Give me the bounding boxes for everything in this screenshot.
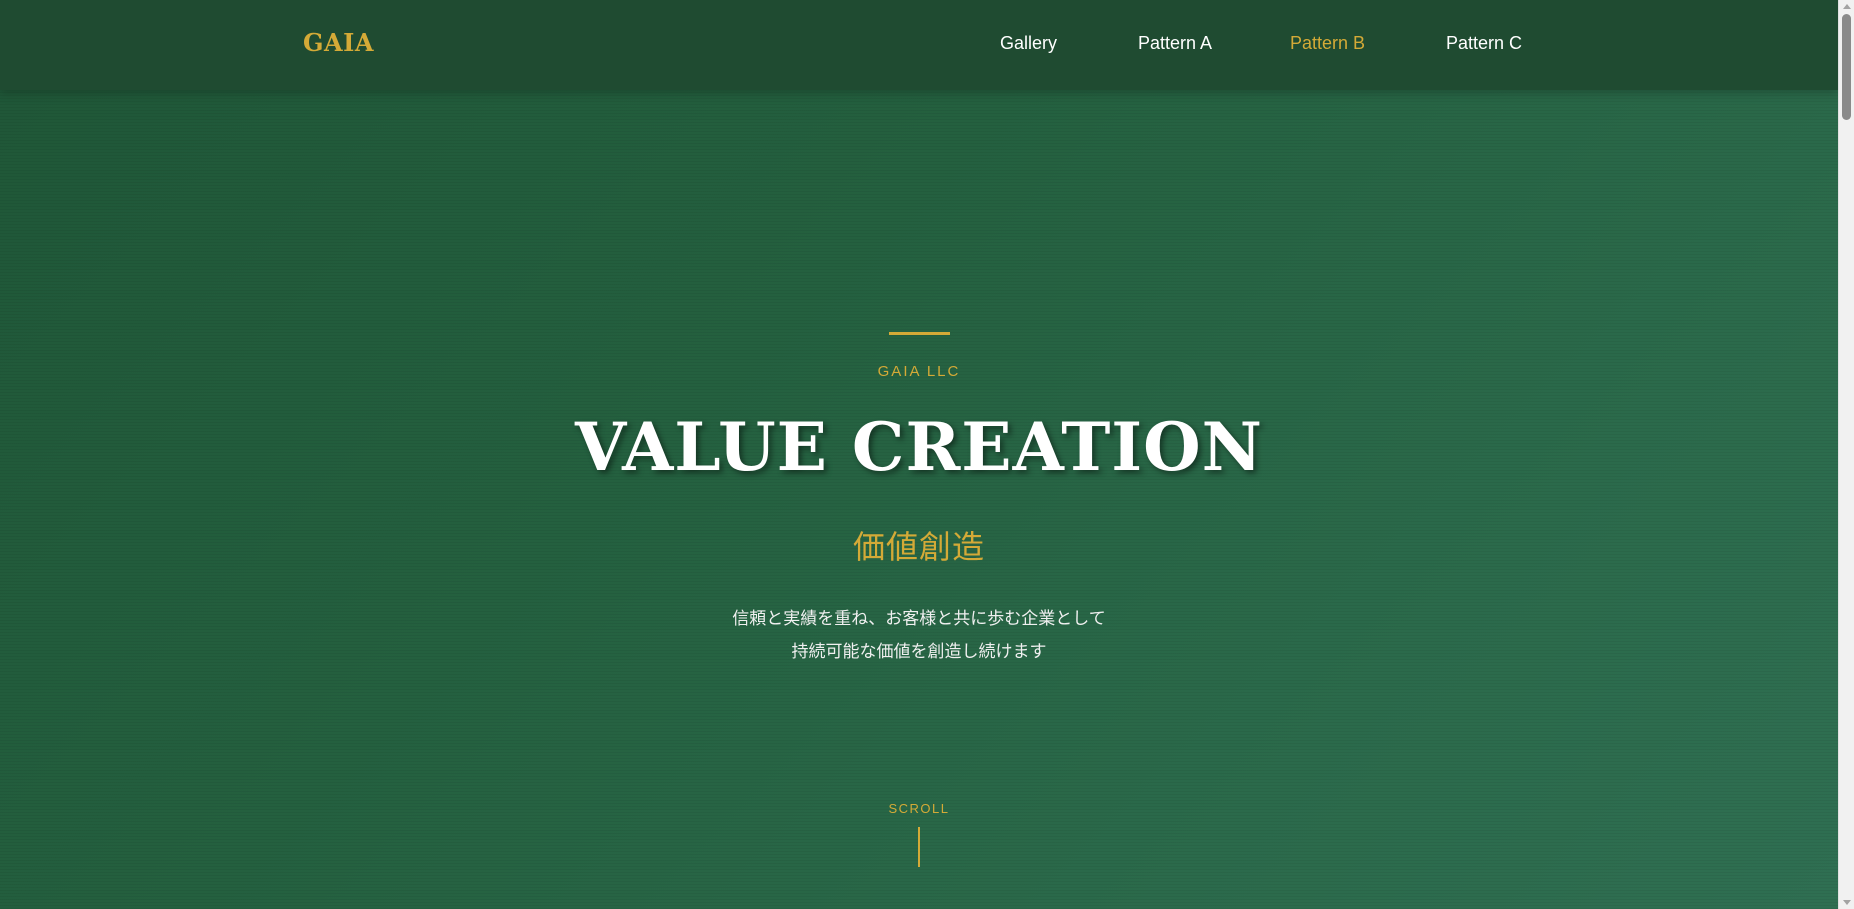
page: GAIA Gallery Pattern A Pattern B Pattern… <box>0 0 1838 909</box>
nav-link-pattern-a[interactable]: Pattern A <box>1138 33 1212 54</box>
hero-description-line-1: 信頼と実績を重ね、お客様と共に歩む企業として <box>732 609 1106 629</box>
hero-headline: VALUE CREATION <box>574 408 1264 486</box>
vertical-scrollbar[interactable] <box>1838 0 1854 909</box>
scroll-down-arrow-icon[interactable] <box>1843 900 1851 905</box>
hero-description: 信頼と実績を重ね、お客様と共に歩む企業として 持続可能な価値を創造し続けます <box>0 603 1838 669</box>
nav-link-gallery[interactable]: Gallery <box>1000 33 1057 54</box>
nav-link-pattern-b[interactable]: Pattern B <box>1290 33 1365 54</box>
company-name: GAIA LLC <box>877 363 961 380</box>
scroll-indicator-label[interactable]: SCROLL <box>0 801 1838 816</box>
hero-section: GAIA LLC VALUE CREATION 価値創造 信頼と実績を重ね、お客… <box>0 90 1838 909</box>
hero-description-line-2: 持続可能な価値を創造し続けます <box>791 642 1047 662</box>
decorative-gold-rule <box>889 332 950 335</box>
site-header: GAIA Gallery Pattern A Pattern B Pattern… <box>0 0 1838 90</box>
scroll-up-arrow-icon[interactable] <box>1843 4 1851 9</box>
scrollbar-thumb[interactable] <box>1842 14 1851 120</box>
hero-subheadline: 価値創造 <box>852 528 985 566</box>
nav-link-pattern-c[interactable]: Pattern C <box>1446 33 1522 54</box>
scroll-indicator-line <box>918 827 920 867</box>
main-nav: Gallery Pattern A Pattern B Pattern C <box>0 33 1838 57</box>
